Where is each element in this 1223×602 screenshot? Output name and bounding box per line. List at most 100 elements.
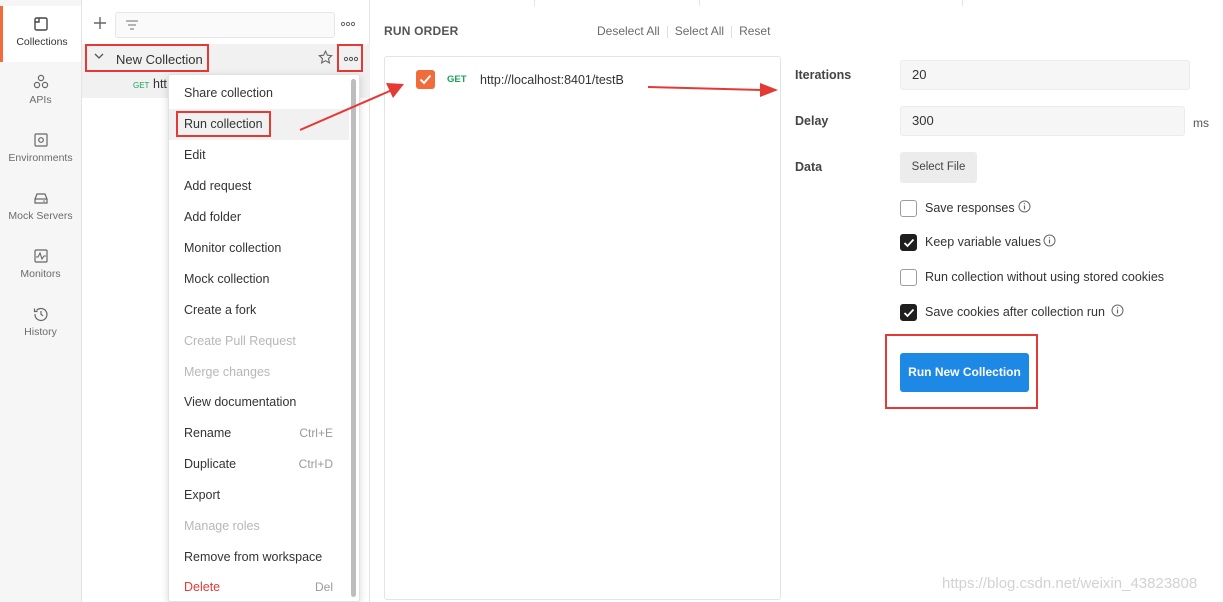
menu-item-add-folder[interactable]: Add folder [169,202,349,233]
menu-item-edit[interactable]: Edit [169,140,349,171]
menu-item-label: Mock collection [184,272,270,286]
menu-scrollbar[interactable] [351,79,356,597]
rail-item-apis[interactable]: APIs [0,64,81,120]
menu-item-remove-from-workspace[interactable]: Remove from workspace [169,542,349,573]
select-file-button[interactable]: Select File [900,152,977,183]
menu-item-label: Run collection [176,111,271,137]
info-icon[interactable] [1043,234,1056,247]
menu-item-monitor-collection[interactable]: Monitor collection [169,233,349,264]
sidebar-more-button[interactable] [340,14,362,34]
tab-run-order[interactable] [534,0,700,6]
keep-variable-values-checkbox[interactable] [900,234,917,251]
mock-servers-icon [33,193,48,204]
request-url: http://localhost:8401/testB [480,73,624,87]
filter-input[interactable] [115,12,335,38]
info-icon[interactable] [1018,200,1031,213]
menu-item-label: Create Pull Request [184,334,296,348]
data-label: Data [795,160,823,174]
menu-item-duplicate[interactable]: Duplicate Ctrl+D [169,449,349,480]
iterations-label: Iterations [795,68,852,82]
sidebar-toolbar [82,8,370,40]
plus-icon [94,17,106,29]
request-name: htt [153,77,167,91]
menu-item-label: Remove from workspace [184,550,323,564]
apis-icon [33,74,48,89]
check-icon [903,308,915,318]
menu-item-run-collection[interactable]: Run collection [169,109,349,140]
new-collection-button[interactable] [90,12,110,34]
menu-item-mock-collection[interactable]: Mock collection [169,264,349,295]
menu-item-label: Add request [184,179,252,193]
deselect-all-button[interactable]: Deselect All [590,24,667,38]
run-order-actions: Deselect All Select All Reset [590,24,777,40]
run-order-title: RUN ORDER [384,24,459,38]
rail-item-history[interactable]: History [0,296,81,352]
menu-item-label: Duplicate [184,457,237,471]
more-icon [340,21,356,27]
menu-item-label: Manage roles [184,519,260,533]
collection-more-button[interactable] [337,44,363,72]
star-icon[interactable] [318,50,333,65]
menu-item-merge-changes: Merge changes [169,357,349,388]
delay-unit: ms [1193,116,1209,130]
menu-item-delete[interactable]: Delete Del [169,572,349,602]
collections-icon [34,17,48,31]
menu-item-shortcut: Ctrl+E [299,426,333,440]
rail-item-monitors[interactable]: Monitors [0,238,81,294]
menu-item-export[interactable]: Export [169,480,349,511]
run-button-highlight: Run New Collection [885,334,1038,409]
delay-label: Delay [795,114,829,128]
menu-item-label: Create a fork [184,303,257,317]
option-label: Save responses [925,201,1015,215]
menu-item-label: Monitor collection [184,241,282,255]
option-label: Run collection without using stored cook… [925,270,1165,284]
save-cookies-checkbox[interactable] [900,304,917,321]
collection-row[interactable]: New Collection [82,44,370,72]
save-responses-checkbox[interactable] [900,200,917,217]
environments-icon [33,133,48,147]
menu-item-label: Rename [184,426,232,440]
filter-icon [126,20,138,30]
request-checkbox[interactable] [416,70,435,89]
menu-item-label: Add folder [184,210,241,224]
app-window: Collections APIs Environments Mock Serve… [0,0,1223,602]
tab-strip [370,0,1223,6]
rail-label: APIs [29,94,52,106]
menu-item-shortcut: Ctrl+D [298,457,333,471]
rail-label: History [24,326,57,338]
collection-context-menu: Share collection Run collection Edit Add… [168,74,360,602]
menu-item-label: Export [184,488,221,502]
rail-item-collections[interactable]: Collections [0,6,81,62]
run-without-cookies-checkbox[interactable] [900,269,917,286]
menu-item-rename[interactable]: Rename Ctrl+E [169,418,349,449]
menu-item-create-pull-request: Create Pull Request [169,326,349,357]
menu-item-share-collection[interactable]: Share collection [169,78,349,109]
option-label: Save cookies after collection run [925,305,1105,319]
menu-item-label: Share collection [184,86,273,100]
menu-item-label: Merge changes [184,365,271,379]
info-icon[interactable] [1111,304,1124,317]
check-icon [903,238,915,248]
tab-divider [962,0,963,6]
more-icon [343,56,359,62]
option-label: Keep variable values [925,235,1042,249]
menu-item-label: View documentation [184,395,297,409]
menu-item-manage-roles: Manage roles [169,511,349,542]
collection-name[interactable]: New Collection [85,44,209,72]
watermark: https://blog.csdn.net/weixin_43823808 [942,575,1198,592]
menu-item-add-request[interactable]: Add request [169,171,349,202]
request-method: GET [447,74,467,85]
history-icon [33,307,48,322]
menu-item-view-documentation[interactable]: View documentation [169,387,349,418]
rail-label: Monitors [20,268,61,280]
select-all-button[interactable]: Select All [668,24,731,38]
menu-item-create-fork[interactable]: Create a fork [169,295,349,326]
rail-item-environments[interactable]: Environments [0,122,81,178]
menu-item-label: Delete [184,580,221,594]
run-collection-button[interactable]: Run New Collection [900,353,1029,392]
iterations-input[interactable]: 20 [900,60,1190,90]
nav-rail: Collections APIs Environments Mock Serve… [0,0,82,602]
reset-button[interactable]: Reset [732,24,777,38]
delay-input[interactable]: 300 [900,106,1185,136]
rail-item-mock-servers[interactable]: Mock Servers [0,180,81,236]
